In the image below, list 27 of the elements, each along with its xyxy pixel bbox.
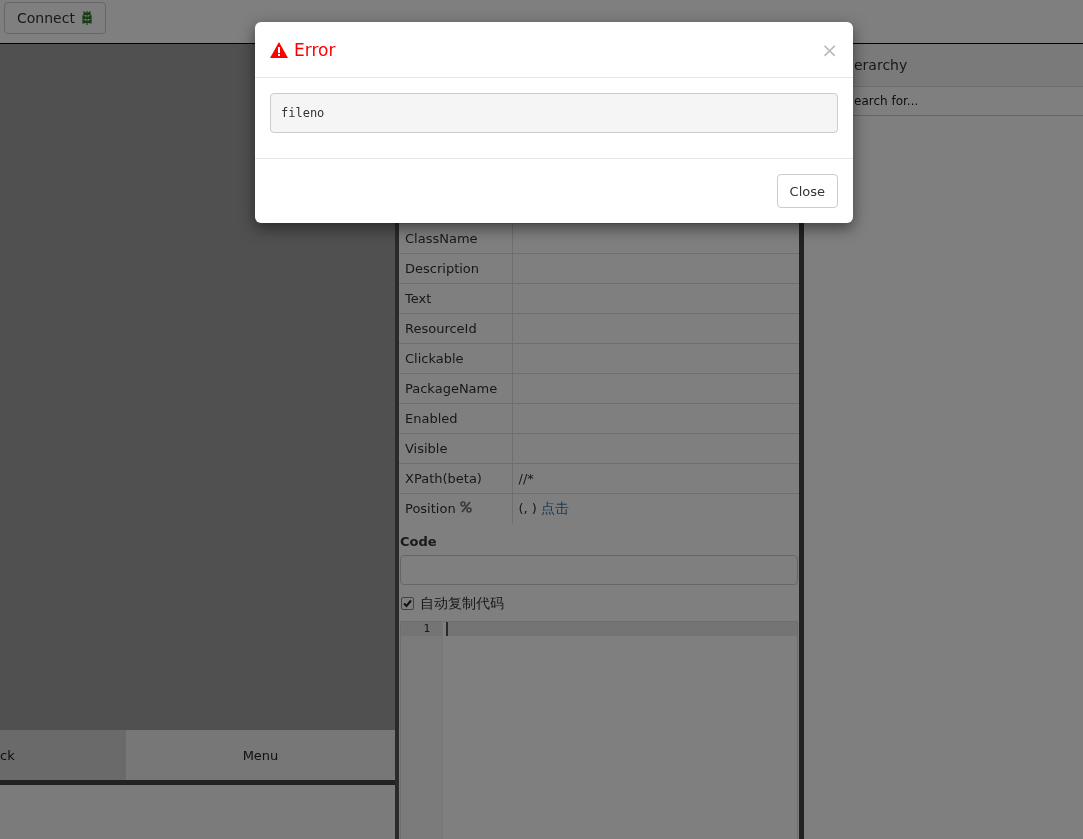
- modal-title: Error: [294, 39, 336, 60]
- property-label: PackageName: [405, 381, 498, 396]
- property-label: Position: [405, 501, 456, 517]
- property-label: Visible: [405, 441, 448, 456]
- nav-button[interactable]: Menu: [126, 730, 395, 780]
- property-label: Enabled: [405, 411, 458, 426]
- error-message: fileno: [270, 93, 838, 133]
- checkbox-label: 自动复制代码: [420, 594, 504, 613]
- property-label: Description: [405, 261, 480, 276]
- property-value: //*: [518, 471, 534, 486]
- line-number: 1: [401, 621, 442, 636]
- property-label: ResourceId: [405, 321, 477, 336]
- percent-icon: [459, 501, 472, 514]
- code-field[interactable]: [400, 554, 798, 585]
- click-link[interactable]: 点击: [540, 499, 569, 516]
- connect-button[interactable]: Connect: [4, 2, 106, 34]
- code-label: Code: [400, 533, 437, 549]
- property-label: ClassName: [405, 231, 478, 246]
- property-label: XPath(beta): [405, 471, 482, 486]
- property-label: Clickable: [405, 351, 464, 366]
- close-button[interactable]: Close: [776, 174, 838, 208]
- property-value: (, ): [518, 500, 537, 516]
- warning-icon: [270, 41, 288, 58]
- property-label: Text: [405, 291, 432, 306]
- leaf-icon: [80, 10, 93, 26]
- checkbox[interactable]: [401, 597, 414, 610]
- nav-button[interactable]: ck: [0, 730, 126, 780]
